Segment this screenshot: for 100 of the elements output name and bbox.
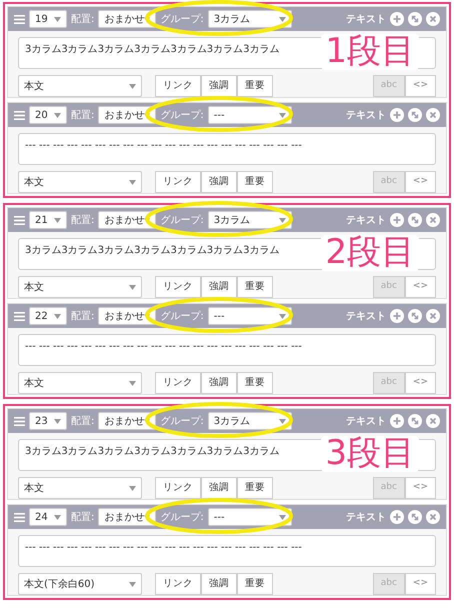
layout-select[interactable]: おまかせ [98, 508, 156, 526]
menu-icon[interactable] [14, 216, 25, 224]
close-icon[interactable] [426, 213, 440, 227]
format-button[interactable]: リンク [155, 75, 201, 97]
annotation-overlay: 2段目 [321, 235, 419, 271]
block-type: テキスト [346, 414, 386, 428]
format-button[interactable]: 重要 [237, 75, 273, 97]
format-button[interactable]: 重要 [237, 372, 273, 394]
close-icon[interactable] [426, 309, 440, 323]
caret-icon [278, 112, 286, 118]
style-select[interactable]: 本文 [18, 276, 142, 298]
caret-icon [144, 418, 150, 424]
mode-button[interactable]: <> [404, 75, 436, 97]
text-area[interactable]: --- --- --- --- --- --- --- --- --- --- --- --- --- --- --- --- --- --- --- --- [18, 334, 436, 366]
move-icon[interactable] [408, 213, 422, 227]
style-select[interactable]: 本文 [18, 477, 142, 499]
mode-button[interactable]: <> [404, 171, 436, 193]
caret-icon [144, 112, 150, 118]
format-button[interactable]: 重要 [237, 477, 273, 499]
layout-select[interactable]: おまかせ [98, 106, 156, 124]
format-button[interactable]: 強調 [201, 171, 237, 193]
group-select[interactable]: 3カラム [208, 412, 292, 430]
format-button[interactable]: リンク [155, 573, 201, 595]
caret-icon [129, 582, 136, 586]
format-button[interactable]: リンク [155, 171, 201, 193]
group-select[interactable]: 3カラム [208, 10, 292, 28]
caret-icon [278, 418, 286, 424]
number-select[interactable]: 21 [29, 211, 67, 229]
mode-button[interactable]: <> [404, 372, 436, 394]
number-select[interactable]: 19 [29, 10, 67, 28]
move-icon[interactable] [408, 108, 422, 122]
format-button[interactable]: リンク [155, 276, 201, 298]
style-select[interactable]: 本文 [18, 75, 142, 97]
number-select[interactable]: 23 [29, 412, 67, 430]
close-icon[interactable] [426, 108, 440, 122]
layout-select[interactable]: おまかせ [98, 307, 156, 325]
layout-label: 配置: [71, 414, 94, 428]
layout-select[interactable]: おまかせ [98, 211, 156, 229]
group-label: グループ: [160, 12, 204, 26]
move-icon[interactable] [408, 510, 422, 524]
close-icon[interactable] [426, 414, 440, 428]
add-icon[interactable] [390, 12, 404, 26]
format-button[interactable]: 強調 [201, 75, 237, 97]
format-button[interactable]: 重要 [237, 573, 273, 595]
caret-icon [54, 16, 61, 22]
style-select[interactable]: 本文 [18, 372, 142, 394]
group-select[interactable]: --- [208, 106, 292, 124]
format-button[interactable]: 強調 [201, 276, 237, 298]
caret-icon [129, 180, 136, 184]
menu-icon[interactable] [14, 312, 25, 320]
number-select[interactable]: 22 [29, 307, 67, 325]
close-icon[interactable] [426, 12, 440, 26]
layout-select[interactable]: おまかせ [98, 412, 156, 430]
group-label: グループ: [160, 414, 204, 428]
number-select[interactable]: 20 [29, 106, 67, 124]
layout-label: 配置: [71, 510, 94, 524]
mode-button[interactable]: <> [404, 276, 436, 298]
style-select[interactable]: 本文(下余白60) [18, 573, 142, 595]
layout-label: 配置: [71, 214, 94, 228]
layout-label: 配置: [71, 108, 94, 122]
format-button[interactable]: 強調 [201, 573, 237, 595]
group-label: グループ: [160, 108, 204, 122]
format-button[interactable]: 重要 [237, 171, 273, 193]
group-select[interactable]: --- [208, 307, 292, 325]
menu-icon[interactable] [14, 512, 25, 522]
text-area[interactable]: --- --- --- --- --- --- --- --- --- --- --- --- --- --- --- --- --- --- --- --- [18, 535, 436, 567]
caret-icon [129, 284, 136, 290]
layout-label: 配置: [71, 12, 94, 26]
caret-icon [129, 84, 136, 88]
add-icon[interactable] [390, 108, 404, 122]
move-icon[interactable] [408, 309, 422, 323]
group-select[interactable]: 3カラム [208, 211, 292, 229]
style-select[interactable]: 本文 [18, 171, 142, 193]
add-icon[interactable] [390, 309, 404, 323]
format-button[interactable]: リンク [155, 372, 201, 394]
add-icon[interactable] [390, 213, 404, 227]
text-area[interactable]: --- --- --- --- --- --- --- --- --- --- --- --- --- --- --- --- --- --- --- --- [18, 133, 436, 165]
menu-icon[interactable] [14, 416, 25, 426]
caret-icon [54, 112, 61, 118]
caret-icon [144, 16, 150, 22]
add-icon[interactable] [390, 414, 404, 428]
close-icon[interactable] [426, 510, 440, 524]
menu-icon[interactable] [14, 110, 25, 120]
move-icon[interactable] [408, 414, 422, 428]
group-label: グループ: [160, 510, 204, 524]
format-button[interactable]: 強調 [201, 477, 237, 499]
block-type: テキスト [346, 12, 386, 26]
move-icon[interactable] [408, 12, 422, 26]
block-type: テキスト [346, 510, 386, 524]
menu-icon[interactable] [14, 14, 25, 24]
format-button[interactable]: リンク [155, 477, 201, 499]
number-select[interactable]: 24 [29, 508, 67, 526]
add-icon[interactable] [390, 510, 404, 524]
group-label: グループ: [160, 310, 204, 324]
mode-button[interactable]: <> [404, 477, 436, 499]
group-select[interactable]: --- [208, 508, 292, 526]
format-button[interactable]: 重要 [237, 276, 273, 298]
layout-select[interactable]: おまかせ [98, 10, 156, 28]
format-button[interactable]: 強調 [201, 372, 237, 394]
mode-button[interactable]: <> [404, 573, 436, 595]
